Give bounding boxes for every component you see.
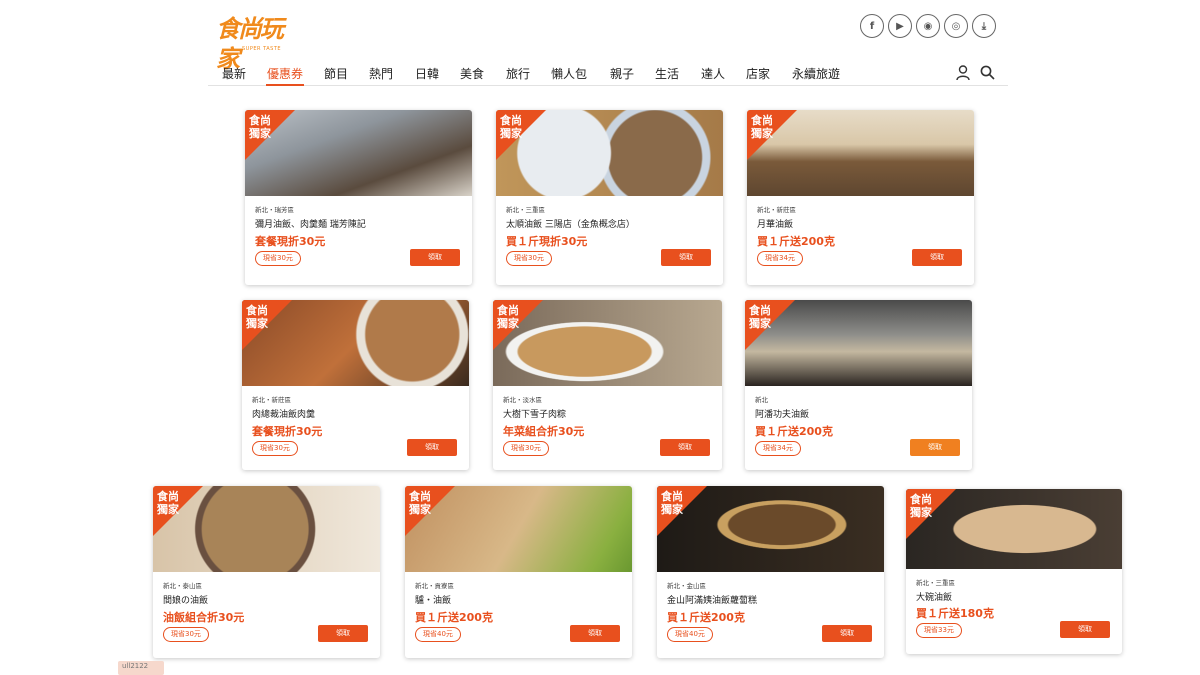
coupon-card[interactable]: 食尚獨家 新北・瑞芳區 彌月油飯、肉羹麵 瑞芳陳記 套餐現折30元 現省30元 … — [245, 110, 472, 285]
claim-button[interactable]: 領取 — [912, 249, 962, 266]
main-nav: 最新 優惠券 節目 熱門 日韓 美食 旅行 懶人包 親子 生活 達人 店家 永續… — [208, 62, 1008, 86]
coupon-card[interactable]: 食尚獨家 新北・泰山區 間娘の油飯 油飯組合折30元 現省30元 領取 — [153, 486, 380, 658]
card-offer: 套餐現折30元 — [252, 425, 323, 438]
coupon-card[interactable]: 食尚獨家 新北・三重區 太順油飯 三陽店（金魚概念店） 買１斤現折30元 現省3… — [496, 110, 723, 285]
savings-badge: 現省40元 — [667, 627, 713, 642]
card-store-name: 驢・油飯 — [415, 596, 452, 606]
card-offer: 買１斤送200克 — [415, 611, 493, 624]
savings-badge: 現省40元 — [415, 627, 461, 642]
card-location: 新北・泰山區 — [163, 582, 202, 590]
savings-badge: 現省30元 — [506, 251, 552, 266]
nav-item-stores[interactable]: 店家 — [746, 65, 770, 82]
ribbon-label: 食尚獨家 — [910, 493, 932, 519]
card-location: 新北・淡水區 — [503, 396, 542, 404]
card-location: 新北 — [755, 396, 768, 404]
claim-button[interactable]: 領取 — [318, 625, 368, 642]
nav-item-japan-korea[interactable]: 日韓 — [415, 65, 439, 82]
nav-item-life[interactable]: 生活 — [655, 65, 679, 82]
card-store-name: 月華油飯 — [757, 220, 794, 230]
card-offer: 買１斤送200克 — [667, 611, 745, 624]
card-store-name: 金山阿滿姨油飯蘿蔔糕 — [667, 596, 758, 606]
card-location: 新北・新莊區 — [757, 206, 796, 214]
savings-badge: 現省33元 — [916, 623, 962, 638]
savings-badge: 現省30元 — [255, 251, 301, 266]
claim-button[interactable]: 領取 — [660, 439, 710, 456]
download-app-icon[interactable]: ⤓ — [972, 14, 996, 38]
nav-item-shows[interactable]: 節目 — [324, 65, 348, 82]
card-store-name: 阿潘功夫油飯 — [755, 410, 810, 420]
ribbon-label: 食尚獨家 — [749, 304, 771, 330]
ribbon-label: 食尚獨家 — [497, 304, 519, 330]
card-offer: 套餐現折30元 — [255, 235, 326, 248]
claim-button[interactable]: 領取 — [822, 625, 872, 642]
card-offer: 買１斤送200克 — [757, 235, 835, 248]
claim-button[interactable]: 領取 — [410, 249, 460, 266]
claim-button[interactable]: 領取 — [1060, 621, 1110, 638]
claim-button[interactable]: 領取 — [910, 439, 960, 456]
card-location: 新北・三重區 — [506, 206, 545, 214]
card-offer: 買１斤送200克 — [755, 425, 833, 438]
ribbon-label: 食尚獨家 — [246, 304, 268, 330]
savings-badge: 現省30元 — [163, 627, 209, 642]
nav-item-guides[interactable]: 懶人包 — [551, 65, 587, 82]
card-store-name: 肉總裁油飯肉羹 — [252, 410, 316, 420]
savings-badge: 現省34元 — [755, 441, 801, 456]
search-icon[interactable] — [980, 65, 995, 80]
card-offer: 年菜組合折30元 — [503, 425, 585, 438]
nav-item-sustainable-travel[interactable]: 永續旅遊 — [792, 65, 840, 82]
card-location: 新北・瑞芳區 — [255, 206, 294, 214]
line-icon[interactable]: ◉ — [916, 14, 940, 38]
card-store-name: 彌月油飯、肉羹麵 瑞芳陳記 — [255, 220, 366, 230]
claim-button[interactable]: 領取 — [661, 249, 711, 266]
user-icon[interactable] — [956, 65, 970, 81]
card-store-name: 間娘の油飯 — [163, 596, 209, 606]
claim-button[interactable]: 領取 — [570, 625, 620, 642]
coupon-card[interactable]: 食尚獨家 新北・金山區 金山阿滿姨油飯蘿蔔糕 買１斤送200克 現省40元 領取 — [657, 486, 884, 658]
card-store-name: 大樹下雪子肉粽 — [503, 410, 567, 420]
savings-badge: 現省34元 — [757, 251, 803, 266]
card-store-name: 太順油飯 三陽店（金魚概念店） — [506, 220, 635, 230]
coupon-card[interactable]: 食尚獨家 新北・三重區 大碗油飯 買１斤送180克 現省33元 領取 — [906, 489, 1122, 654]
card-offer: 買１斤現折30元 — [506, 235, 588, 248]
ribbon-label: 食尚獨家 — [661, 490, 683, 516]
card-location: 新北・金山區 — [667, 582, 706, 590]
nav-item-popular[interactable]: 熱門 — [369, 65, 393, 82]
card-location: 新北・三重區 — [916, 579, 955, 587]
ribbon-label: 食尚獨家 — [249, 114, 271, 140]
nav-item-food[interactable]: 美食 — [460, 65, 484, 82]
coupon-card[interactable]: 食尚獨家 新北・淡水區 大樹下雪子肉粽 年菜組合折30元 現省30元 領取 — [493, 300, 722, 470]
instagram-icon[interactable]: ◎ — [944, 14, 968, 38]
card-offer: 買１斤送180克 — [916, 607, 994, 620]
ribbon-label: 食尚獨家 — [500, 114, 522, 140]
nav-item-coupons[interactable]: 優惠券 — [267, 65, 303, 82]
nav-item-latest[interactable]: 最新 — [222, 65, 246, 82]
savings-badge: 現省30元 — [503, 441, 549, 456]
ribbon-label: 食尚獨家 — [751, 114, 773, 140]
savings-badge: 現省30元 — [252, 441, 298, 456]
nav-active-underline — [266, 84, 304, 86]
card-location: 新北・新莊區 — [252, 396, 291, 404]
claim-button[interactable]: 領取 — [407, 439, 457, 456]
card-offer: 油飯組合折30元 — [163, 611, 245, 624]
facebook-icon[interactable]: f — [860, 14, 884, 38]
logo-subtext: SUPER TASTE — [242, 46, 282, 52]
youtube-icon[interactable]: ▶ — [888, 14, 912, 38]
social-links: f ▶ ◉ ◎ ⤓ — [860, 14, 996, 38]
nav-item-travel[interactable]: 旅行 — [506, 65, 530, 82]
partial-banner: ull2122 — [118, 661, 164, 675]
coupon-card[interactable]: 食尚獨家 新北・新莊區 月華油飯 買１斤送200克 現省34元 領取 — [747, 110, 974, 285]
coupon-card[interactable]: 食尚獨家 新北 阿潘功夫油飯 買１斤送200克 現省34元 領取 — [745, 300, 972, 470]
coupon-card[interactable]: 食尚獨家 新北・貢寮區 驢・油飯 買１斤送200克 現省40元 領取 — [405, 486, 632, 658]
card-location: 新北・貢寮區 — [415, 582, 454, 590]
card-store-name: 大碗油飯 — [916, 593, 953, 603]
ribbon-label: 食尚獨家 — [409, 490, 431, 516]
ribbon-label: 食尚獨家 — [157, 490, 179, 516]
coupon-card[interactable]: 食尚獨家 新北・新莊區 肉總裁油飯肉羹 套餐現折30元 現省30元 領取 — [242, 300, 469, 470]
site-logo[interactable]: 食尚玩家 SUPER TASTE — [216, 14, 284, 73]
nav-item-experts[interactable]: 達人 — [701, 65, 725, 82]
nav-item-family[interactable]: 親子 — [610, 65, 634, 82]
